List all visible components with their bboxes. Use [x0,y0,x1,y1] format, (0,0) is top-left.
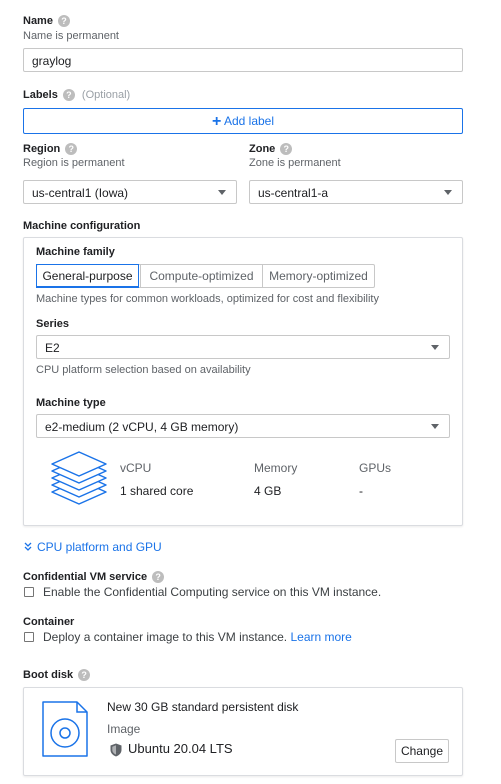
confidential-checkbox-label: Enable the Confidential Computing servic… [43,585,382,599]
vcpu-header: vCPU [120,461,152,475]
machine-family-label: Machine family [36,246,115,258]
dropdown-caret-icon [218,190,226,195]
shield-icon [110,743,122,757]
machine-config-card: Machine family General-purpose Compute-o… [23,237,463,526]
help-icon[interactable]: ? [65,143,78,156]
learn-more-link[interactable]: Learn more [290,630,351,644]
boot-disk-image-value: Ubuntu 20.04 LTS [128,741,233,756]
help-icon[interactable]: ? [152,571,165,584]
boot-disk-title: New 30 GB standard persistent disk [107,700,299,714]
machine-type-value: e2-medium (2 vCPU, 4 GB memory) [45,420,239,434]
plus-icon: + [211,113,222,130]
dropdown-caret-icon [431,424,439,429]
machine-type-label: Machine type [36,397,106,409]
zone-select[interactable]: us-central1-a [249,180,463,204]
region-select[interactable]: us-central1 (Iowa) [23,180,237,204]
labels-section-label: Labels? (Optional) [23,89,131,102]
chevron-double-down-icon [24,542,32,551]
dropdown-caret-icon [431,345,439,350]
boot-disk-image-label: Image [107,722,141,736]
name-hint: Name is permanent [23,30,119,42]
region-value: us-central1 (Iowa) [32,186,129,200]
container-checkbox[interactable] [24,632,34,642]
region-hint: Region is permanent [23,157,125,169]
layers-icon [51,451,107,505]
series-desc: CPU platform selection based on availabi… [36,364,251,376]
cpu-platform-toggle[interactable]: CPU platform and GPU [23,540,162,554]
machine-family-tabs: General-purpose Compute-optimized Memory… [36,264,375,288]
disk-icon [42,701,88,757]
series-label: Series [36,318,70,330]
name-input[interactable]: graylog [23,48,463,72]
boot-disk-card: New 30 GB standard persistent disk Image… [23,687,463,776]
machine-config-title: Machine configuration [23,220,141,232]
help-icon[interactable]: ? [78,669,91,682]
container-checkbox-text: Deploy a container image to this VM inst… [43,630,288,644]
add-label-button[interactable]: + Add label [23,108,463,134]
help-icon[interactable]: ? [57,15,70,28]
gpus-value: - [359,484,363,498]
confidential-checkbox[interactable] [24,587,34,597]
add-label-text: Add label [223,114,275,128]
cpu-platform-text: CPU platform and GPU [37,540,162,554]
dropdown-caret-icon [444,190,452,195]
confidential-section-label: Confidential VM service? [23,571,165,584]
boot-disk-section-label: Boot disk? [23,669,91,682]
series-value: E2 [45,341,60,355]
vcpu-value: 1 shared core [120,484,194,498]
tab-compute-optimized[interactable]: Compute-optimized [140,265,262,287]
help-icon[interactable]: ? [280,143,293,156]
container-checkbox-label: Deploy a container image to this VM inst… [43,630,352,644]
region-section-label: Region? [23,143,78,156]
zone-section-label: Zone? [249,143,293,156]
name-input-value: graylog [32,54,72,68]
name-section-label: Name? [23,15,70,28]
tab-general-purpose[interactable]: General-purpose [36,264,139,288]
labels-optional: (Optional) [81,89,131,101]
help-icon[interactable]: ? [62,89,75,102]
container-section-label: Container [23,616,75,628]
machine-family-desc: Machine types for common workloads, opti… [36,293,379,305]
machine-type-select[interactable]: e2-medium (2 vCPU, 4 GB memory) [36,414,450,438]
change-boot-disk-button[interactable]: Change [395,739,449,763]
zone-hint: Zone is permanent [249,157,341,169]
tab-memory-optimized[interactable]: Memory-optimized [262,265,374,287]
series-select[interactable]: E2 [36,335,450,359]
gpus-header: GPUs [359,461,392,475]
memory-value: 4 GB [254,484,282,498]
zone-value: us-central1-a [258,186,329,200]
memory-header: Memory [254,461,298,475]
